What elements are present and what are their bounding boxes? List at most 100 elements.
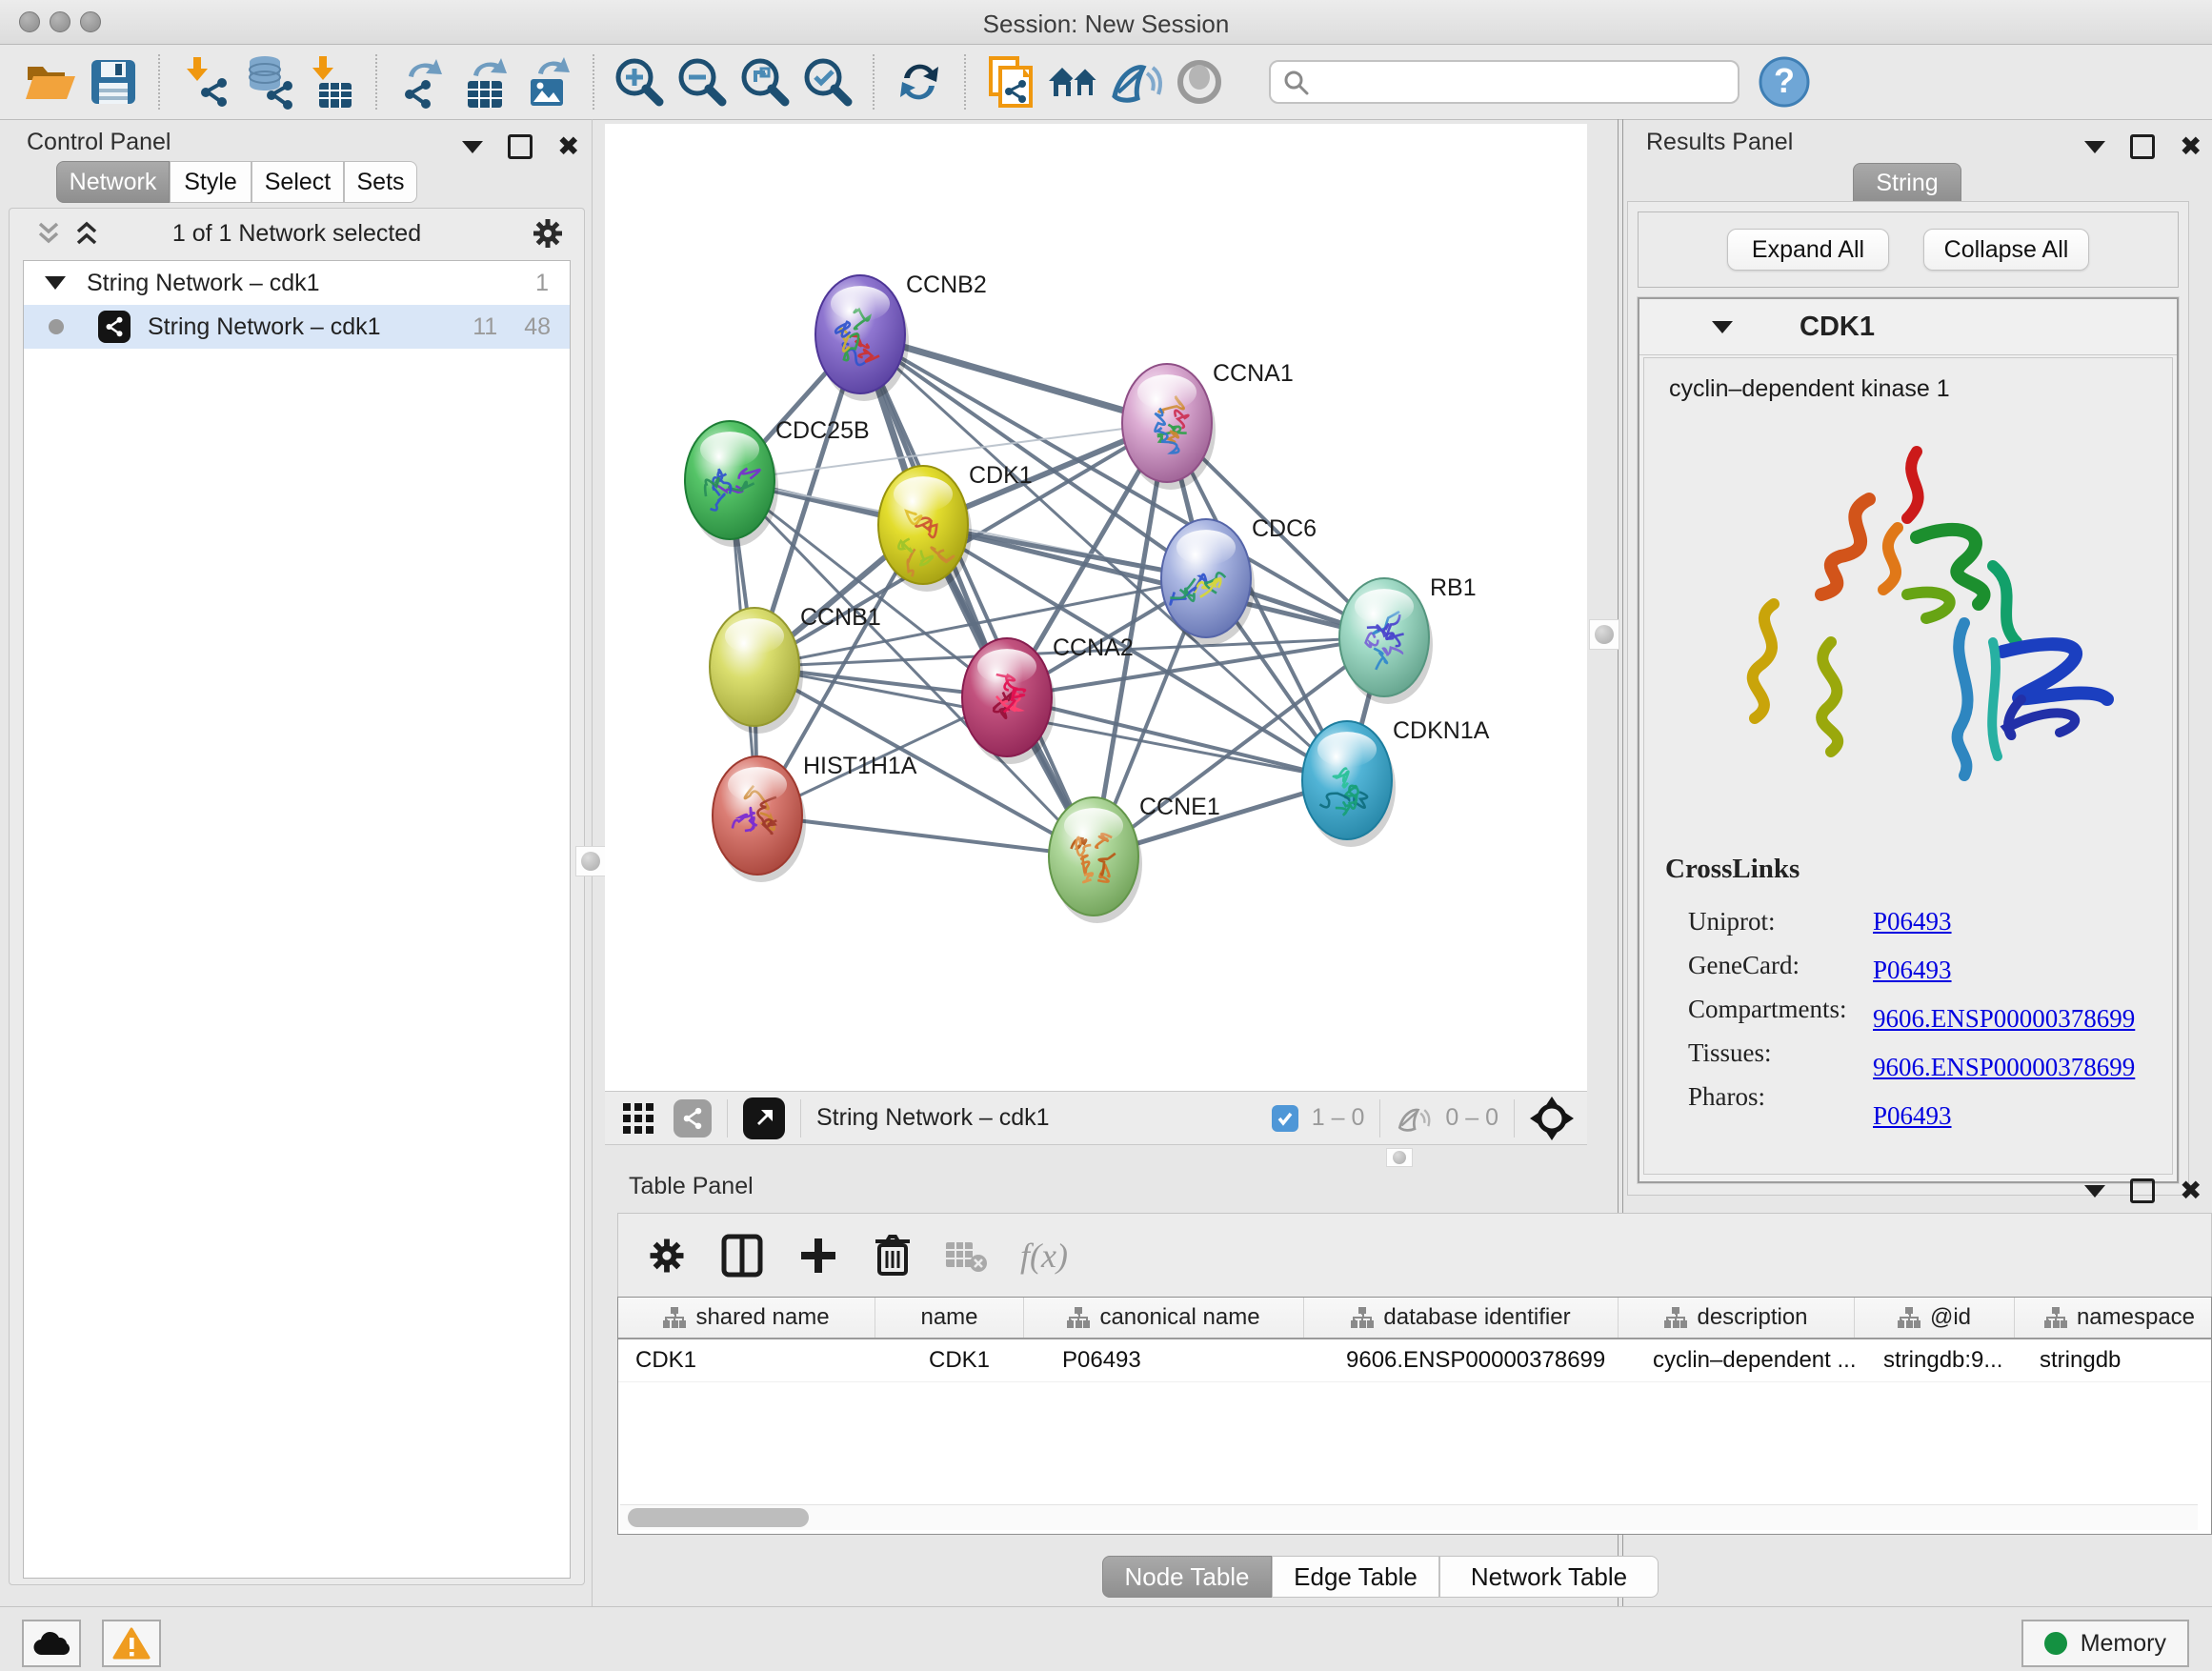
delete-column-icon[interactable]: [874, 1234, 912, 1278]
help-button[interactable]: ?: [1753, 52, 1816, 111]
pharos-link[interactable]: P06493: [1873, 1101, 1952, 1130]
uniprot-link[interactable]: P06493: [1873, 907, 1952, 936]
titlebar: Session: New Session: [0, 0, 2212, 45]
node-label: CCNE1: [1139, 794, 1220, 820]
tab-node-table[interactable]: Node Table: [1102, 1556, 1272, 1598]
results-panel-menu-icon[interactable]: [2084, 141, 2105, 153]
right-splitter-handle[interactable]: [1589, 619, 1619, 650]
compartments-link[interactable]: 9606.ENSP00000378699: [1873, 1004, 2135, 1033]
network-canvas[interactable]: CCNB2CCNA1CDC25BCDK1CDC6RB1CCNB1CCNA2CDK…: [605, 124, 1587, 1091]
export-network-button[interactable]: [391, 52, 453, 111]
table-panel-close-icon[interactable]: ✖: [2180, 1181, 2202, 1200]
warnings-button[interactable]: [102, 1620, 161, 1667]
collapse-all-button[interactable]: Collapse All: [1923, 229, 2089, 271]
grid-view-icon[interactable]: [622, 1102, 654, 1135]
table-panel-float-icon[interactable]: [2130, 1178, 2155, 1203]
column-header[interactable]: name: [875, 1298, 1024, 1338]
fit-selected-target-icon[interactable]: [1530, 1097, 1574, 1140]
string-network-graph[interactable]: CCNB2CCNA1CDC25BCDK1CDC6RB1CCNB1CCNA2CDK…: [605, 124, 1587, 1091]
column-header[interactable]: namespace: [2015, 1298, 2212, 1338]
open-new-window-button[interactable]: [979, 52, 1042, 111]
node-label: HIST1H1A: [803, 753, 917, 779]
zoom-fit-button[interactable]: [734, 52, 796, 111]
column-header[interactable]: description: [1619, 1298, 1855, 1338]
column-header[interactable]: database identifier: [1304, 1298, 1619, 1338]
control-panel-menu-icon[interactable]: [462, 141, 483, 153]
memory-button[interactable]: Memory: [2021, 1620, 2189, 1667]
network-row-selected[interactable]: String Network – cdk1 11 48: [24, 305, 570, 349]
zoom-in-button[interactable]: [608, 52, 671, 111]
hide-panels-button[interactable]: [1105, 52, 1168, 111]
export-table-button[interactable]: [453, 52, 516, 111]
tab-style[interactable]: Style: [170, 161, 251, 203]
network-selection-status: 1 of 1 Network selected: [10, 220, 584, 248]
table-row[interactable]: CDK1 CDK1 P06493 9606.ENSP00000378699 cy…: [618, 1339, 2211, 1382]
table-horizontal-scrollbar[interactable]: [620, 1504, 2198, 1530]
network-share-view-icon[interactable]: [674, 1099, 712, 1137]
expand-all-button[interactable]: Expand All: [1727, 229, 1889, 271]
birdseye-view-icon[interactable]: [743, 1097, 785, 1139]
show-all-networks-button[interactable]: [1042, 52, 1105, 111]
hidden-eye-icon: [1396, 1104, 1434, 1133]
scrollbar-thumb[interactable]: [628, 1508, 809, 1527]
table-options-gear-icon[interactable]: [647, 1236, 687, 1276]
open-session-button[interactable]: [19, 52, 82, 111]
results-panel-close-icon[interactable]: ✖: [2180, 137, 2202, 156]
save-session-icon: [90, 58, 137, 106]
tab-network-table[interactable]: Network Table: [1439, 1556, 1659, 1598]
gene-header[interactable]: CDK1: [1639, 299, 2177, 355]
tab-edge-table[interactable]: Edge Table: [1272, 1556, 1439, 1598]
add-column-icon[interactable]: [797, 1235, 839, 1277]
refresh-button[interactable]: [888, 52, 951, 111]
show-columns-icon[interactable]: [721, 1234, 763, 1278]
hierarchy-icon: [2044, 1307, 2067, 1328]
network-collection-row[interactable]: String Network – cdk1 1: [24, 261, 570, 305]
table-panel-title: Table Panel: [629, 1173, 754, 1199]
column-header[interactable]: canonical name: [1024, 1298, 1304, 1338]
import-network-file-button[interactable]: [173, 52, 236, 111]
table-panel-menu-icon[interactable]: [2084, 1185, 2105, 1198]
import-network-database-button[interactable]: [236, 52, 299, 111]
table-tabs: Node Table Edge Table Network Table: [1102, 1556, 1659, 1598]
tab-network[interactable]: Network: [56, 161, 170, 203]
control-panel-float-icon[interactable]: [508, 134, 533, 159]
node-label: CDKN1A: [1393, 717, 1490, 744]
gene-expander-icon[interactable]: [1712, 321, 1733, 333]
toolbar-separator: [158, 54, 160, 110]
search-input[interactable]: [1309, 68, 1713, 96]
tab-string[interactable]: String: [1853, 163, 1961, 203]
tree-expander-icon[interactable]: [45, 276, 66, 290]
crosslink-label: Tissues:: [1688, 1031, 1846, 1075]
gene-description: cyclin–dependent kinase 1: [1669, 375, 2172, 403]
main-toolbar: ?: [0, 45, 2212, 120]
zoom-selected-button[interactable]: [796, 52, 859, 111]
search-field[interactable]: [1269, 60, 1739, 104]
import-table-button[interactable]: [299, 52, 362, 111]
zoom-out-button[interactable]: [671, 52, 734, 111]
import-network-database-icon: [240, 54, 295, 110]
tab-sets[interactable]: Sets: [344, 161, 417, 203]
network-options-gear-icon[interactable]: [531, 216, 565, 251]
toolbar-separator: [375, 54, 377, 110]
column-header[interactable]: @id: [1855, 1298, 2015, 1338]
tab-select[interactable]: Select: [251, 161, 344, 203]
network-row-label: String Network – cdk1: [148, 313, 381, 341]
export-image-button[interactable]: [516, 52, 579, 111]
tissues-link[interactable]: 9606.ENSP00000378699: [1873, 1053, 2135, 1081]
control-panel-close-icon[interactable]: ✖: [557, 137, 579, 156]
hierarchy-icon: [1067, 1307, 1090, 1328]
automation-cloud-button[interactable]: [22, 1620, 81, 1667]
results-panel-float-icon[interactable]: [2130, 134, 2155, 159]
zoom-out-icon: [676, 56, 728, 108]
selected-checkbox-icon[interactable]: [1272, 1105, 1298, 1132]
inactive-orb-button[interactable]: [1168, 52, 1231, 111]
network-collection-label: String Network – cdk1: [87, 270, 320, 297]
node-label: CCNB2: [906, 272, 987, 298]
left-splitter-handle[interactable]: [575, 846, 606, 876]
column-header[interactable]: shared name: [618, 1298, 875, 1338]
node-table-header: shared name name canonical name database…: [618, 1298, 2211, 1339]
save-session-button[interactable]: [82, 52, 145, 111]
genecard-link[interactable]: P06493: [1873, 956, 1952, 984]
delete-table-icon: [944, 1238, 988, 1273]
bottom-splitter-handle[interactable]: [1386, 1148, 1413, 1167]
